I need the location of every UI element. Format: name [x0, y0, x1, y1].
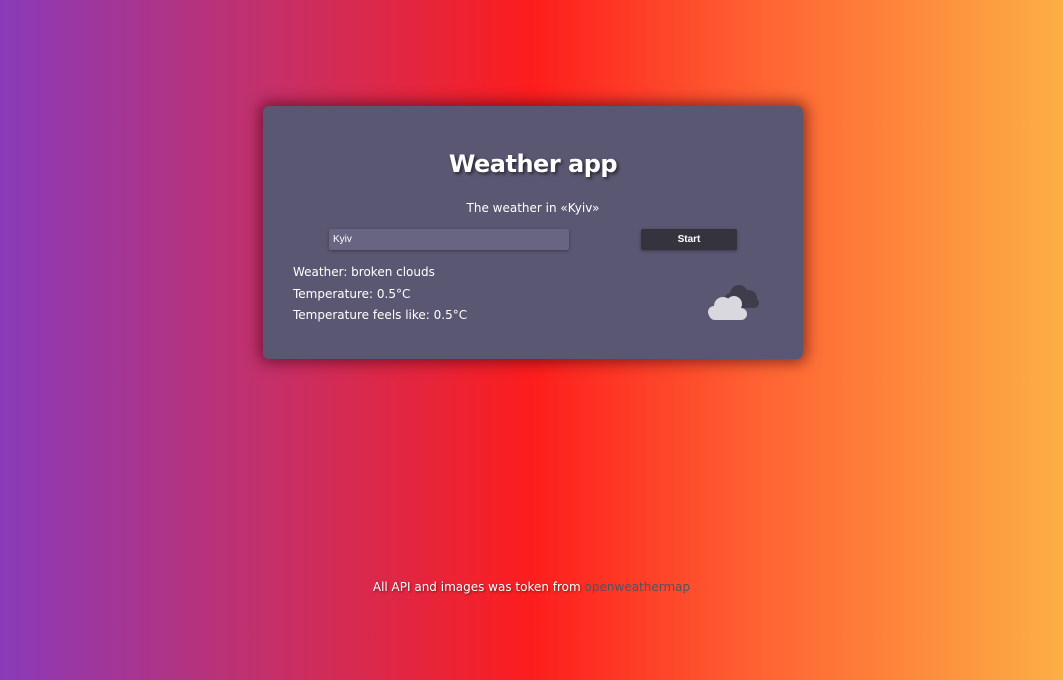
- weather-description: Weather: broken clouds: [293, 265, 435, 279]
- openweathermap-link[interactable]: openweathermap: [585, 580, 691, 594]
- start-button[interactable]: Start: [641, 229, 737, 250]
- footer: All API and images was token from openwe…: [0, 580, 1063, 594]
- broken-clouds-icon: [708, 285, 759, 320]
- app-title: Weather app: [448, 150, 618, 178]
- city-subtitle: The weather in «Kyiv»: [466, 201, 600, 215]
- temperature: Temperature: 0.5°C: [293, 287, 411, 301]
- footer-text: All API and images was token from: [372, 580, 581, 594]
- temperature-feels-like: Temperature feels like: 0.5°C: [293, 308, 468, 322]
- city-input[interactable]: [329, 229, 569, 250]
- weather-card: Weather app The weather in «Kyiv» Start …: [263, 106, 803, 359]
